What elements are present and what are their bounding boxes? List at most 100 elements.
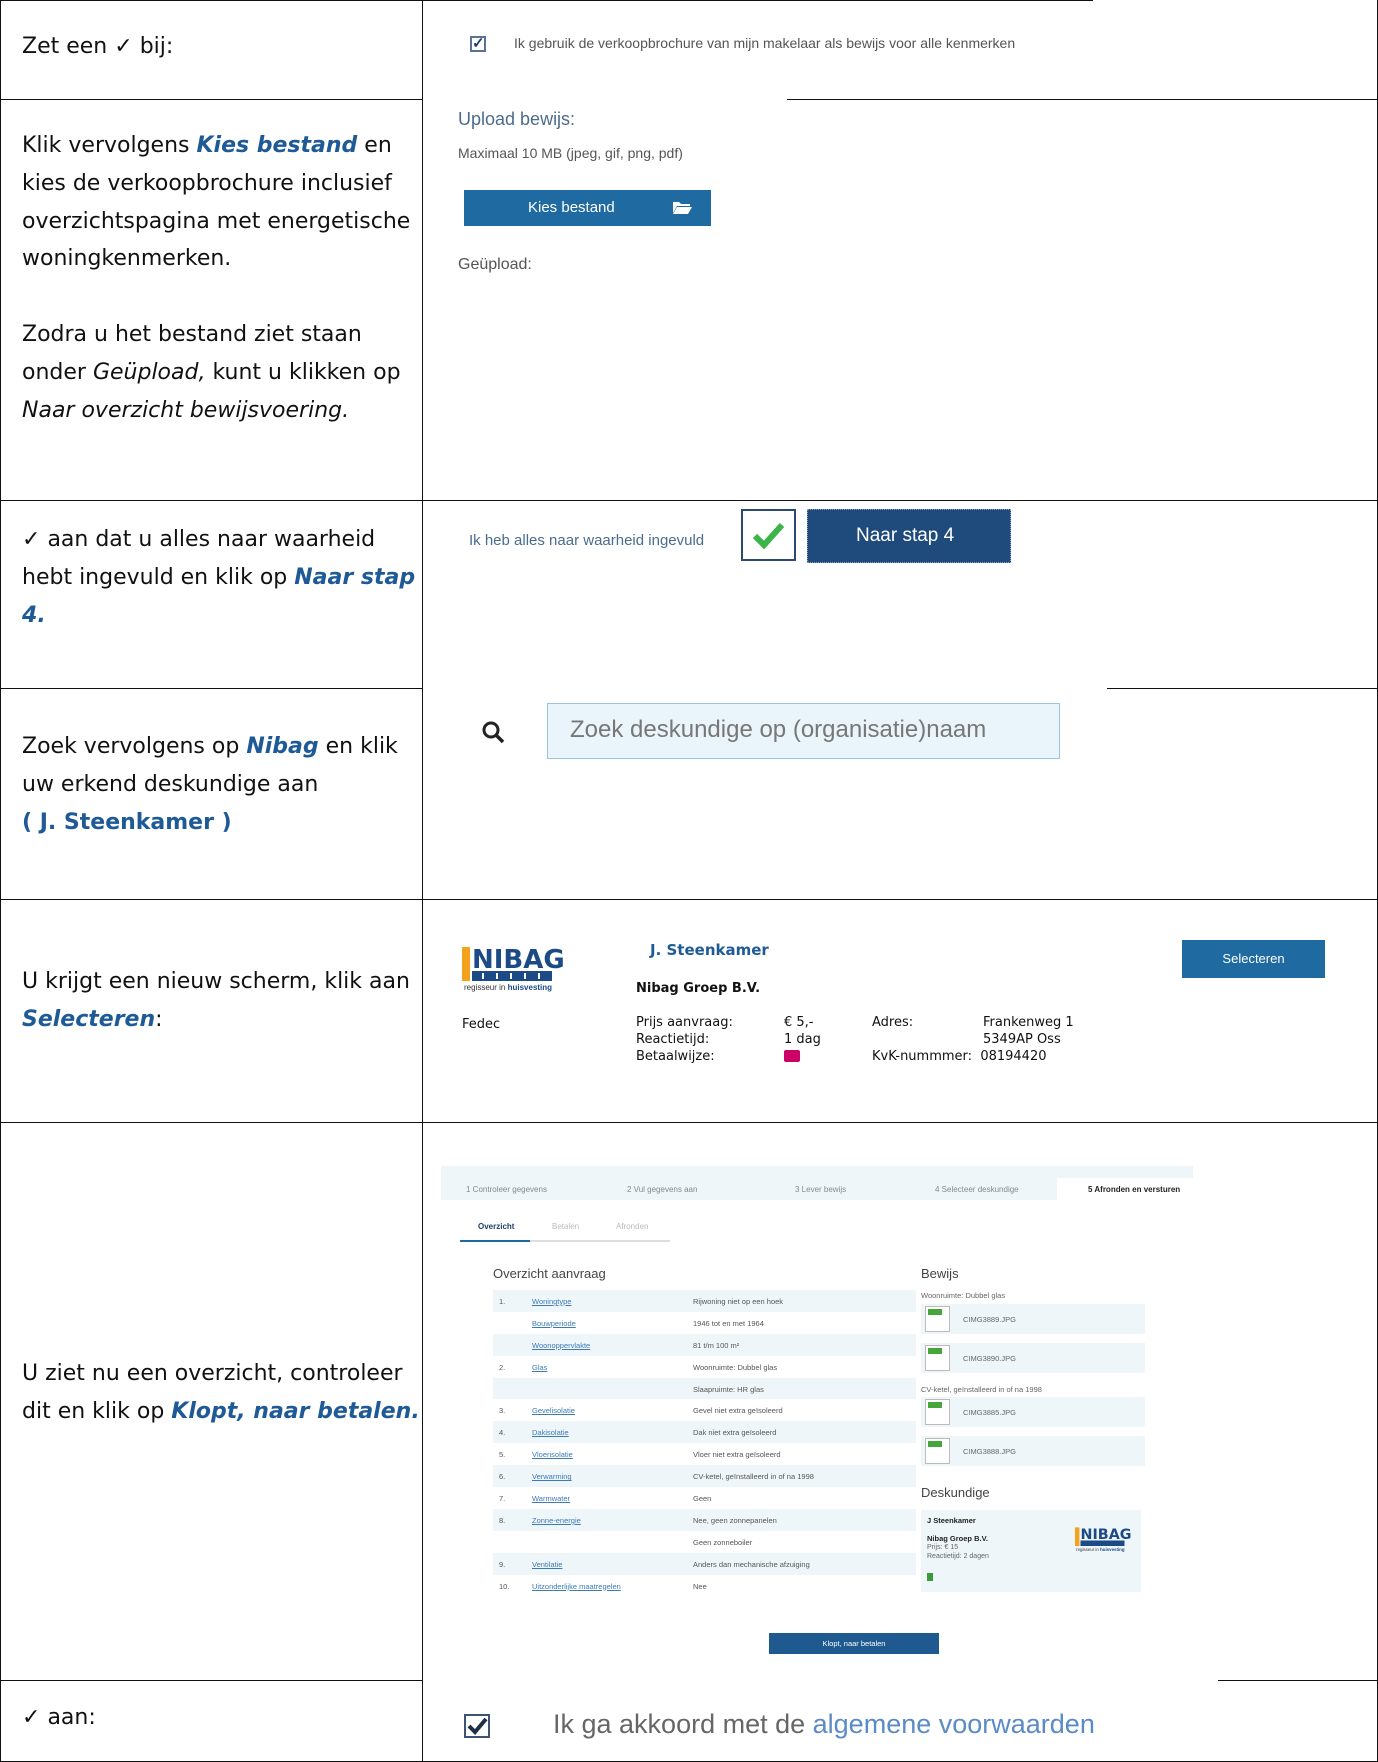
table-row: 6. Verwarming CV-ketel, geïnstalleerd in o… (493, 1465, 916, 1488)
search-icon[interactable] (481, 720, 505, 744)
evidence-file[interactable]: CIMG3885.JPG (921, 1397, 1145, 1427)
terms-link[interactable]: algemene voorwaarden (813, 1709, 1095, 1739)
jpg-file-icon (925, 1306, 950, 1332)
row-value: Dak niet extra geïsoleerd (693, 1428, 777, 1438)
table-row: Slaapruimte: HR glas (493, 1377, 916, 1400)
row-link[interactable]: Warmwater (532, 1494, 570, 1503)
row-link[interactable]: Gevelisolatie (532, 1406, 575, 1415)
sub-tabs: Overzicht Betalen Afronden (460, 1216, 670, 1242)
table-row: 5. Vloerisolatie Vloer niet extra geïsolee… (493, 1443, 916, 1465)
document-icon (927, 1573, 933, 1581)
evidence-file[interactable]: CIMG3889.JPG (921, 1304, 1145, 1334)
terms-checkbox[interactable] (464, 1714, 490, 1738)
row-number: 6. (499, 1472, 506, 1482)
evidence-title: Bewijs (921, 1266, 959, 1281)
select-expert-button[interactable]: Selecteren (1182, 940, 1325, 978)
next-step-4-label: Naar stap 4 (856, 525, 955, 546)
jpg-file-icon (925, 1438, 950, 1464)
price-label: Prijs aanvraag: (636, 1015, 733, 1030)
row-link[interactable]: Glas (532, 1363, 547, 1372)
expert-info-values: € 5,- 1 dag (784, 1014, 821, 1065)
table-row: 7. Warmwater Geen (493, 1487, 916, 1509)
wizard-step-active[interactable]: 5 Afronden en versturen (1088, 1185, 1180, 1194)
wizard-steps-bar: 1 Controleer gegevens 2 Vul gegevens aan… (441, 1166, 1193, 1200)
row-line-5 (0, 1122, 1378, 1123)
row-number: 9. (499, 1559, 506, 1569)
nibag-logo-small: NIBAG regisseur in huisvesting (1075, 1524, 1131, 1555)
row-number: 1. (499, 1297, 506, 1306)
upload-limit-text: Maximaal 10 MB (jpeg, gif, png, pdf) (458, 145, 683, 161)
row-link[interactable]: Zonne-energie (532, 1516, 581, 1525)
wizard-step[interactable]: 4 Selecteer deskundige (935, 1185, 1019, 1194)
overview-title: Overzicht aanvraag (493, 1266, 606, 1281)
confirm-pay-button[interactable]: Klopt, naar betalen (769, 1633, 939, 1654)
instruction-text: U krijgt een nieuw scherm, klik aan (22, 969, 410, 994)
instruction-text: Zet een (22, 34, 108, 59)
row-line-6-left (0, 1680, 423, 1681)
instruction-text: aan: (47, 1705, 96, 1730)
row-link[interactable]: Ventilatie (532, 1560, 562, 1569)
evidence-file[interactable]: CIMG3888.JPG (921, 1436, 1145, 1466)
response-value: 1 dag (784, 1032, 821, 1047)
instruction-row-4: Zoek vervolgens op Nibag en klik uw erke… (22, 728, 422, 841)
evidence-file[interactable]: CIMG3890.JPG (921, 1343, 1145, 1373)
table-row: 10. Uitzonderlijke maatregelen Nee (493, 1575, 916, 1597)
table-row: 9. Ventilatie Anders dan mechanische afzui… (493, 1552, 916, 1575)
row-line-2 (0, 500, 1378, 501)
row-value: CV-ketel, geïnstalleerd in of na 1998 (693, 1472, 814, 1482)
instruction-emphasis: Naar overzicht bewijsvoering. (22, 397, 350, 423)
expert-section-title: Deskundige (921, 1485, 990, 1500)
logo-tagline: regisseur in huisvesting (464, 983, 553, 992)
logo-tagline: regisseur in huisvesting (1076, 1547, 1125, 1553)
row-link[interactable]: Woonoppervlakte (532, 1341, 590, 1350)
terms-text: Ik ga akkoord met de (553, 1709, 806, 1739)
row-value: Woonruimte: Dubbel glas (693, 1362, 778, 1372)
row-link[interactable]: Woningtype (532, 1297, 571, 1306)
wizard-step[interactable]: 1 Controleer gegevens (466, 1185, 547, 1194)
kvk-label: KvK-nummmer: (872, 1049, 973, 1064)
row-number: 4. (499, 1428, 506, 1438)
evidence-group-label: CV-ketel, geïnstalleerd in of na 1998 (921, 1385, 1042, 1394)
table-row: 3. Gevelisolatie Gevel niet extra geïsolee… (493, 1399, 916, 1421)
file-name: CIMG3885.JPG (963, 1408, 1016, 1417)
next-step-4-button[interactable]: Naar stap 4 (807, 509, 1011, 563)
desk-name: J Steenkamer (927, 1516, 976, 1525)
jpg-file-icon (925, 1345, 950, 1371)
expert-name[interactable]: J. Steenkamer (650, 941, 769, 959)
row-link[interactable]: Verwarming (532, 1472, 572, 1481)
brochure-checkbox[interactable]: ✓ (470, 36, 486, 52)
row-value: Vloer niet extra geïsoleerd (693, 1450, 781, 1460)
tab-overzicht[interactable]: Overzicht (478, 1222, 514, 1231)
truthful-checkbox[interactable] (741, 509, 796, 561)
checkmark-icon: ✓ (22, 1705, 41, 1730)
file-name: CIMG3888.JPG (963, 1447, 1016, 1456)
row-link[interactable]: Vloerisolatie (532, 1450, 573, 1459)
instruction-text: Zoek vervolgens op (22, 734, 240, 759)
tab-betalen[interactable]: Betalen (552, 1222, 579, 1231)
row-link[interactable]: Dakisolatie (532, 1428, 569, 1437)
row-line-6-right (1218, 1680, 1378, 1681)
row-line-top-left (0, 0, 1093, 1)
price-value: € 5,- (784, 1015, 814, 1030)
table-border-left (0, 0, 1, 1762)
choose-file-button[interactable]: Kies bestand (464, 190, 711, 226)
row-link[interactable]: Bouwperiode (532, 1319, 576, 1328)
row-line-1-right (787, 99, 1378, 100)
row-number: 3. (499, 1406, 506, 1416)
jpg-file-icon (925, 1399, 950, 1425)
instruction-text: bij: (139, 34, 174, 59)
uploaded-label: Geüpload: (458, 256, 532, 273)
truthful-confirmation-label: Ik heb alles naar waarheid ingevuld (469, 532, 705, 549)
instruction-row-6: U ziet nu een overzicht, controleer dit … (22, 1355, 422, 1431)
tab-afronden[interactable]: Afronden (616, 1222, 648, 1231)
brochure-checkbox-label: Ik gebruik de verkoopbrochure van mijn m… (514, 35, 1016, 51)
wizard-step[interactable]: 3 Lever bewijs (795, 1185, 846, 1194)
response-label: Reactietijd: (636, 1032, 710, 1047)
address-line: Frankenweg 1 (983, 1015, 1074, 1030)
row-value: 81 t/m 100 m² (693, 1340, 740, 1350)
table-row: 4. Dakisolatie Dak niet extra geïsoleerd (493, 1421, 916, 1444)
wizard-step[interactable]: 2 Vul gegevens aan (627, 1185, 697, 1194)
row-link[interactable]: Uitzonderlijke maatregelen (532, 1582, 621, 1591)
table-divider (422, 0, 423, 1762)
expert-search-input[interactable]: Zoek deskundige op (organisatie)naam (547, 703, 1060, 759)
